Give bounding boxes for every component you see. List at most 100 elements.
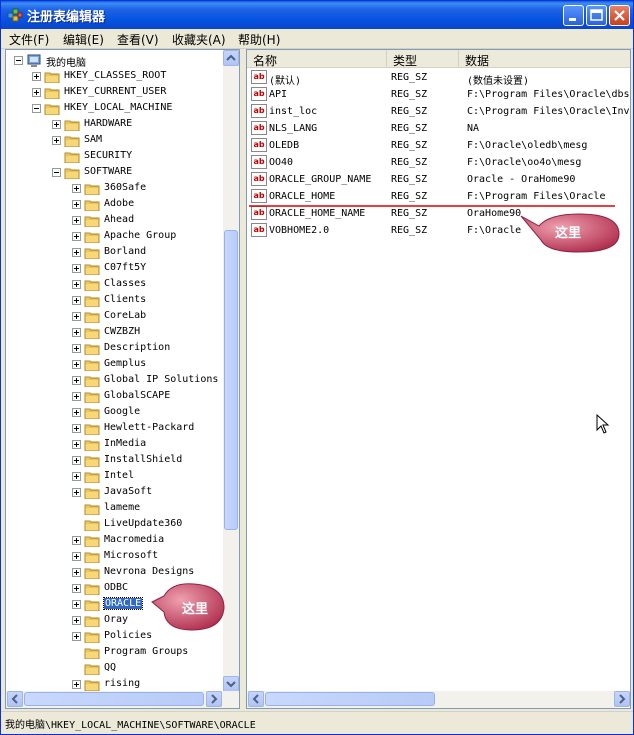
expand-icon[interactable] <box>72 616 81 625</box>
expand-icon[interactable] <box>72 408 81 417</box>
tree-node[interactable]: Nevrona Designs <box>6 564 221 580</box>
list-scroll-right-button[interactable] <box>614 691 630 707</box>
minimize-button[interactable] <box>563 5 584 26</box>
tree-node[interactable]: Macromedia <box>6 532 221 548</box>
arrow-left-icon <box>11 694 18 704</box>
tree-node[interactable]: SECURITY <box>6 148 221 164</box>
tree-node[interactable]: 我的电脑 <box>6 52 221 69</box>
expand-icon[interactable] <box>32 88 41 97</box>
expand-icon[interactable] <box>72 552 81 561</box>
expand-icon[interactable] <box>72 296 81 305</box>
tree-node[interactable]: GlobalSCAPE <box>6 388 221 404</box>
expand-icon[interactable] <box>72 184 81 193</box>
tree-node[interactable]: Google <box>6 404 221 420</box>
tree-node[interactable]: InstallShield <box>6 452 221 468</box>
scroll-up-button[interactable] <box>223 50 239 66</box>
tree-node[interactable]: Clients <box>6 292 221 308</box>
tree-node[interactable]: HKEY_LOCAL_MACHINE <box>6 100 221 116</box>
tree-node[interactable]: Microsoft <box>6 548 221 564</box>
expand-icon[interactable] <box>72 600 81 609</box>
tree-node[interactable]: JavaSoft <box>6 484 221 500</box>
tree-node[interactable]: lameme <box>6 500 221 516</box>
tree-node[interactable]: Apache Group <box>6 228 221 244</box>
collapse-icon[interactable] <box>52 168 61 177</box>
tree-node[interactable]: SAM <box>6 132 221 148</box>
collapse-icon[interactable] <box>14 56 23 65</box>
tree-scroll-thumb[interactable] <box>224 230 238 530</box>
scroll-left-button[interactable] <box>7 691 23 707</box>
expand-icon[interactable] <box>72 536 81 545</box>
menu-view[interactable]: 查看(V) <box>117 31 159 48</box>
tree-node[interactable]: rising <box>6 676 221 692</box>
expand-icon[interactable] <box>72 472 81 481</box>
expand-icon[interactable] <box>52 136 61 145</box>
expand-icon[interactable] <box>72 456 81 465</box>
scroll-right-button[interactable] <box>206 691 222 707</box>
list-hscroll-thumb[interactable] <box>265 692 435 706</box>
tree-node[interactable]: Adobe <box>6 196 221 212</box>
menu-favorites[interactable]: 收藏夹(A) <box>172 31 226 48</box>
expand-icon[interactable] <box>72 360 81 369</box>
expand-icon[interactable] <box>72 392 81 401</box>
tree-node-label: ODBC <box>104 582 129 593</box>
tree-node[interactable]: Gemplus <box>6 356 221 372</box>
values-list[interactable]: 名称 类型 数据 ab (默认) REG_SZ (数值未设置) ab API REG_SZ F… <box>246 49 631 709</box>
expand-icon[interactable] <box>72 216 81 225</box>
tree-node[interactable]: C07ft5Y <box>6 260 221 276</box>
tree-horizontal-scrollbar[interactable] <box>6 691 223 708</box>
close-button[interactable] <box>609 5 630 26</box>
expand-icon[interactable] <box>72 280 81 289</box>
tree-node[interactable]: Ahead <box>6 212 221 228</box>
tree-node[interactable]: LiveUpdate360 <box>6 516 221 532</box>
expand-icon[interactable] <box>32 72 41 81</box>
tree-node[interactable]: CWZBZH <box>6 324 221 340</box>
tree-node[interactable]: SOFTWARE <box>6 164 221 180</box>
tree-node[interactable]: Global IP Solutions <box>6 372 221 388</box>
tree-node[interactable]: HKEY_CURRENT_USER <box>6 84 221 100</box>
tree-node[interactable]: HKEY_CLASSES_ROOT <box>6 68 221 84</box>
maximize-button[interactable] <box>586 5 607 26</box>
expand-icon[interactable] <box>72 568 81 577</box>
tree-node[interactable]: HARDWARE <box>6 116 221 132</box>
tree-node[interactable]: Description <box>6 340 221 356</box>
collapse-icon[interactable] <box>32 104 41 113</box>
tree-node-label: Policies <box>104 630 153 641</box>
expand-icon[interactable] <box>72 488 81 497</box>
list-scroll-left-button[interactable] <box>248 691 264 707</box>
expand-icon[interactable] <box>72 424 81 433</box>
expand-icon[interactable] <box>72 200 81 209</box>
tree-node[interactable]: QQ <box>6 660 221 676</box>
expand-icon[interactable] <box>72 328 81 337</box>
title-bar[interactable]: 注册表编辑器 <box>1 1 633 29</box>
expand-icon[interactable] <box>72 680 81 689</box>
tree-node[interactable]: InMedia <box>6 436 221 452</box>
expand-icon[interactable] <box>52 120 61 129</box>
folder-icon <box>84 360 100 371</box>
scroll-down-button[interactable] <box>223 676 239 692</box>
expand-icon[interactable] <box>72 440 81 449</box>
menu-edit[interactable]: 编辑(E) <box>63 31 104 48</box>
tree-node[interactable]: Intel <box>6 468 221 484</box>
list-horizontal-scrollbar[interactable] <box>247 691 630 708</box>
expand-icon[interactable] <box>72 584 81 593</box>
expand-icon[interactable] <box>72 376 81 385</box>
expand-icon[interactable] <box>72 248 81 257</box>
expand-icon[interactable] <box>72 264 81 273</box>
tree-node-label: Gemplus <box>104 358 147 369</box>
menu-file[interactable]: 文件(F) <box>9 31 49 48</box>
expand-icon[interactable] <box>72 632 81 641</box>
registry-tree[interactable]: 我的电脑 HKEY_CLASSES_ROOT HKEY_CURRENT_USER HK… <box>5 49 240 709</box>
tree-node-label: QQ <box>104 662 117 673</box>
expand-icon[interactable] <box>72 344 81 353</box>
expand-icon[interactable] <box>72 312 81 321</box>
tree-node[interactable]: 360Safe <box>6 180 221 196</box>
tree-node[interactable]: Classes <box>6 276 221 292</box>
menu-help[interactable]: 帮助(H) <box>238 31 280 48</box>
tree-node[interactable]: CoreLab <box>6 308 221 324</box>
tree-node[interactable]: Borland <box>6 244 221 260</box>
expand-icon[interactable] <box>72 232 81 241</box>
tree-node[interactable]: Program Groups <box>6 644 221 660</box>
folder-icon <box>84 648 100 659</box>
tree-node[interactable]: Hewlett-Packard <box>6 420 221 436</box>
tree-hscroll-thumb[interactable] <box>24 692 204 706</box>
